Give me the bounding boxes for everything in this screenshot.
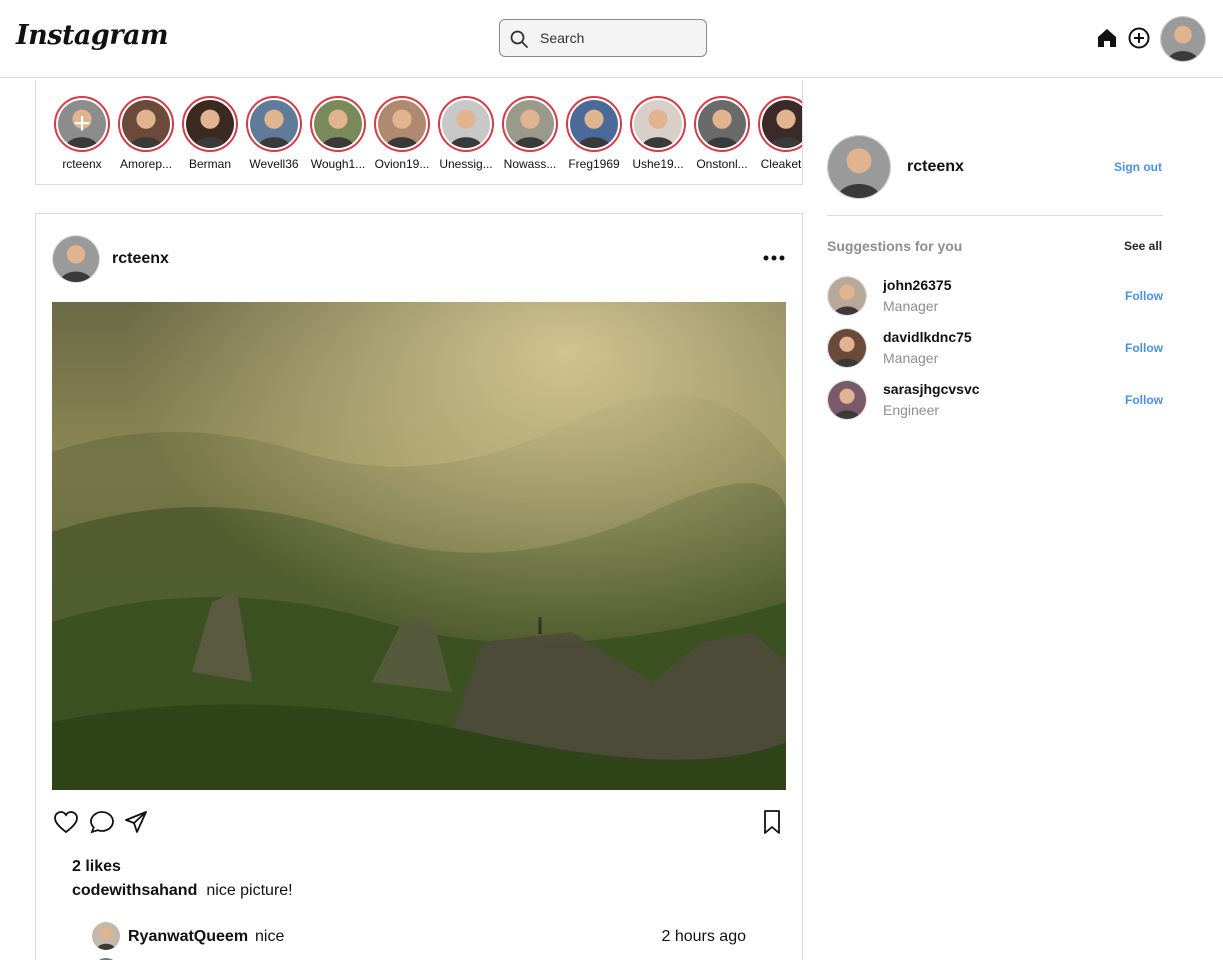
like-heart-icon[interactable] [52,808,80,836]
add-post-icon[interactable] [1127,26,1151,50]
suggestion-avatar[interactable] [827,328,867,368]
caption-text: nice picture! [206,882,293,899]
caption-username[interactable]: codewithsahand [72,882,197,899]
more-options-icon[interactable] [762,250,786,266]
instagram-logo[interactable]: Instagram [16,20,169,51]
story-ring [246,96,302,152]
story-avatar[interactable] [314,100,362,148]
story-item[interactable]: Unessig... [436,96,496,171]
suggestion-username[interactable]: davidlkdnc75 [883,329,972,345]
current-user-name[interactable]: rcteenx [907,158,964,176]
story-username: Nowass... [503,157,557,171]
story-username: Unessig... [439,157,493,171]
likes-count: 2 likes [72,858,121,875]
story-item[interactable]: Amorep... [116,96,176,171]
story-ring [758,96,803,152]
post-caption: codewithsahand nice picture! [72,882,293,900]
comment-icon[interactable] [88,808,116,836]
current-user-avatar[interactable] [827,135,891,199]
suggestion-role: Manager [883,350,939,366]
story-ring [566,96,622,152]
add-story-icon[interactable]: + [56,98,108,150]
story-ring [374,96,430,152]
story-avatar[interactable] [442,100,490,148]
story-item[interactable]: Ushe19... [628,96,688,171]
top-header: Instagram [0,0,1223,78]
follow-button[interactable]: Follow [1125,289,1163,303]
story-username: Ovion19... [374,157,430,171]
comment-text: nice [255,928,285,945]
suggestion-avatar[interactable] [827,380,867,420]
post-author-username[interactable]: rcteenx [112,250,169,268]
comment-timestamp: 2 hours ago [661,928,746,945]
story-item[interactable]: Wough1... [308,96,368,171]
story-item[interactable]: Nowass... [500,96,560,171]
story-ring: + [54,96,110,152]
story-item[interactable]: Cleaket... [756,96,803,171]
story-ring [118,96,174,152]
post-author-avatar[interactable] [52,235,100,283]
story-item[interactable]: Wevell36 [244,96,304,171]
suggestion-role: Engineer [883,402,940,418]
see-all-link[interactable]: See all [1124,239,1162,253]
comment-row: RyanwatQueem nice 2 hours ago [92,920,748,952]
stories-bar: + rcteenx Amorep... Berman Wevell36 Wough1...… [35,80,803,185]
story-username: Ushe19... [632,157,684,171]
post-card: rcteenx 2 likes codewithsahand nice pict… [35,213,803,960]
suggestion-row: john26375 Manager Follow [827,276,1163,316]
suggestion-role: Manager [883,298,939,314]
story-username: Berman [188,157,232,171]
story-username: Amorep... [119,157,173,171]
profile-avatar[interactable] [1160,16,1206,62]
story-item[interactable]: + rcteenx [52,96,112,171]
post-image[interactable] [52,302,786,790]
story-ring [694,96,750,152]
share-icon[interactable] [122,808,150,836]
story-username: Onstonl... [696,157,748,171]
comment-avatar[interactable] [92,922,120,950]
story-item[interactable]: Freg1969 [564,96,624,171]
suggestion-username[interactable]: john26375 [883,277,951,293]
story-avatar[interactable] [634,100,682,148]
story-ring [310,96,366,152]
story-ring [182,96,238,152]
story-username: rcteenx [62,157,102,171]
story-avatar[interactable] [250,100,298,148]
bookmark-icon[interactable] [758,808,786,836]
story-avatar[interactable] [570,100,618,148]
story-ring [438,96,494,152]
story-username: Freg1969 [568,157,620,171]
home-icon[interactable] [1095,26,1119,50]
search-box[interactable] [499,19,707,57]
story-username: Wevell36 [249,157,299,171]
sign-out-button[interactable]: Sign out [1114,160,1162,174]
story-avatar[interactable] [122,100,170,148]
search-input[interactable] [540,20,700,56]
story-item[interactable]: Onstonl... [692,96,752,171]
comment-username[interactable]: RyanwatQueem [128,928,248,946]
story-username: Wough1... [310,157,366,171]
suggestion-avatar[interactable] [827,276,867,316]
suggestion-row: sarasjhgcvsvc Engineer Follow [827,380,1163,420]
sidebar-divider [827,215,1163,216]
suggestion-row: davidlkdnc75 Manager Follow [827,328,1163,368]
story-avatar[interactable] [378,100,426,148]
follow-button[interactable]: Follow [1125,341,1163,355]
follow-button[interactable]: Follow [1125,393,1163,407]
story-item[interactable]: Ovion19... [372,96,432,171]
story-avatar[interactable] [698,100,746,148]
suggestions-title: Suggestions for you [827,238,963,254]
story-ring [502,96,558,152]
story-username: Cleaket... [760,157,802,171]
story-avatar[interactable] [186,100,234,148]
story-avatar[interactable] [506,100,554,148]
story-avatar[interactable] [762,100,803,148]
story-item[interactable]: Berman [180,96,240,171]
suggestion-username[interactable]: sarasjhgcvsvc [883,381,980,397]
search-icon [510,30,528,48]
story-ring [630,96,686,152]
